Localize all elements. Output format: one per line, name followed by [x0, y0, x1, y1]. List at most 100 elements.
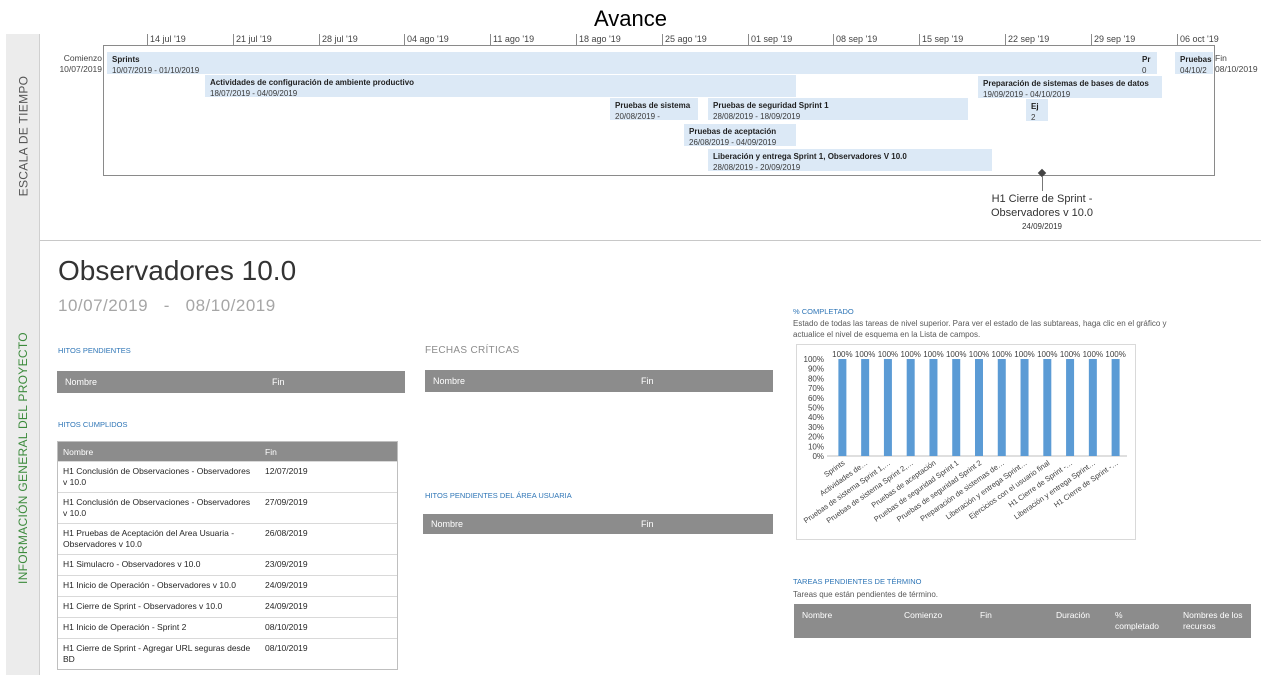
section-divider: [40, 240, 1261, 241]
bar-data-label: 100%: [992, 350, 1012, 359]
timeline-tick: [748, 34, 749, 45]
table-row[interactable]: H1 Inicio de Operación - Sprint 2 08/10/2…: [58, 617, 397, 638]
bar-data-label: 100%: [1083, 350, 1103, 359]
timeline-end: Fin 08/10/2019: [1215, 53, 1258, 74]
bar-data-label: 100%: [878, 350, 898, 359]
timeline-bar[interactable]: Pruebas de seguridad Sprint 1 28/08/2019 …: [708, 98, 968, 120]
table-row[interactable]: H1 Conclusión de Observaciones - Observa…: [58, 492, 397, 523]
timeline-tick-label: 28 jul '19: [322, 34, 358, 44]
timeline[interactable]: 14 jul '19 21 jul '19 28 jul '19 04 ago '19…: [0, 0, 1261, 238]
timeline-tick: [147, 34, 148, 45]
table-row[interactable]: H1 Simulacro - Observadores v 10.0 23/09/…: [58, 554, 397, 575]
table-header: Nombre Fin: [58, 442, 397, 461]
table-row[interactable]: H1 Inicio de Operación - Observadores v …: [58, 575, 397, 596]
chart-bar: [952, 359, 961, 456]
timeline-tick-label: 18 ago '19: [579, 34, 621, 44]
timeline-tick: [319, 34, 320, 45]
project-dates: 10/07/2019 - 08/10/2019: [58, 296, 276, 315]
chart-bar: [929, 359, 938, 456]
timeline-tick-label: 22 sep '19: [1008, 34, 1050, 44]
timeline-bar[interactable]: Preparación de sistemas de bases de dato…: [978, 76, 1162, 98]
timeline-tick: [404, 34, 405, 45]
timeline-tick-label: 04 ago '19: [407, 34, 449, 44]
bar-data-label: 100%: [1060, 350, 1080, 359]
y-tick-label: 30%: [808, 423, 824, 432]
timeline-tick-label: 25 ago '19: [665, 34, 707, 44]
timeline-tick: [233, 34, 234, 45]
critical-dates-title: FECHAS CRÍTICAS: [425, 345, 520, 356]
percent-complete-title: % COMPLETADO: [793, 307, 854, 316]
y-tick-label: 50%: [808, 404, 824, 413]
percent-complete-description: Estado de todas las tareas de nivel supe…: [793, 319, 1167, 339]
timeline-bar[interactable]: Pr 0: [1137, 52, 1157, 74]
y-tick-label: 90%: [808, 365, 824, 374]
chart-bar: [906, 359, 915, 456]
timeline-tick-label: 14 jul '19: [150, 34, 186, 44]
milestone-label: H1 Cierre de Sprint - Observadores v 10.…: [990, 193, 1094, 219]
timeline-bar[interactable]: Actividades de configuración de ambiente…: [205, 75, 796, 97]
chart-bar: [883, 359, 892, 456]
timeline-tick: [919, 34, 920, 45]
y-tick-label: 40%: [808, 413, 824, 422]
bar-data-label: 100%: [923, 350, 943, 359]
chart-bar: [1020, 359, 1029, 456]
y-tick-label: 80%: [808, 374, 824, 383]
bar-data-label: 100%: [1037, 350, 1057, 359]
critical-dates-table-header: Nombre Fin: [425, 370, 773, 392]
timeline-tick-label: 11 ago '19: [493, 34, 535, 44]
timeline-start: Comienzo 10/07/2019: [59, 53, 102, 74]
achieved-milestones-title: HITOS CUMPLIDOS: [58, 420, 128, 429]
user-area-pending-title: HITOS PENDIENTES DEL ÁREA USUARIA: [425, 491, 572, 500]
chart-bar: [1066, 359, 1075, 456]
chart-bar: [1111, 359, 1120, 456]
pending-tasks-table-header: Nombre Comienzo Fin Duración % completad…: [794, 604, 1251, 638]
table-row[interactable]: H1 Cierre de Sprint - Agregar URL segura…: [58, 638, 397, 669]
table-row[interactable]: H1 Pruebas de Aceptación del Area Usuari…: [58, 523, 397, 554]
bar-data-label: 100%: [832, 350, 852, 359]
pending-milestones-table-header: Nombre Fin: [57, 371, 405, 393]
timeline-tick-label: 29 sep '19: [1094, 34, 1136, 44]
y-tick-label: 0%: [812, 452, 824, 461]
pending-tasks-description: Tareas que están pendientes de término.: [793, 590, 938, 599]
y-tick-label: 70%: [808, 384, 824, 393]
y-tick-label: 10%: [808, 442, 824, 451]
timeline-tick: [576, 34, 577, 45]
y-tick-label: 60%: [808, 394, 824, 403]
bar-data-label: 100%: [1014, 350, 1034, 359]
bar-data-label: 100%: [900, 350, 920, 359]
timeline-tick: [1091, 34, 1092, 45]
pending-tasks-title: TAREAS PENDIENTES DE TÉRMINO: [793, 577, 922, 586]
timeline-tick: [833, 34, 834, 45]
chart-bar: [838, 359, 847, 456]
milestone-connector: [1042, 177, 1043, 191]
table-row[interactable]: H1 Conclusión de Observaciones - Observa…: [58, 461, 397, 492]
timeline-tick: [1177, 34, 1178, 45]
chart-bar: [861, 359, 870, 456]
percent-complete-chart[interactable]: 0% 10% 20% 30% 40% 50% 60% 70% 80% 90% 100% 100% Spr…: [796, 344, 1136, 540]
chart-bar: [997, 359, 1006, 456]
achieved-milestones-table: Nombre Fin H1 Conclusión de Observacione…: [57, 441, 398, 670]
timeline-tick-label: 21 jul '19: [236, 34, 272, 44]
timeline-tick: [662, 34, 663, 45]
chart-canvas: 0%10%20%30%40%50%60%70%80%90%100%100%Spr…: [802, 350, 1127, 525]
y-tick-label: 100%: [804, 355, 824, 364]
pending-milestones-title: HITOS PENDIENTES: [58, 346, 131, 355]
timeline-bar[interactable]: Liberación y entrega Sprint 1, Observado…: [708, 149, 992, 171]
timeline-bar[interactable]: Pruebas de aceptación 26/08/2019 - 04/09/…: [684, 124, 796, 146]
timeline-bar[interactable]: Pruebas de sistema 20/08/2019 -: [610, 98, 698, 120]
timeline-tick-label: 06 oct '19: [1180, 34, 1219, 44]
timeline-tick-label: 08 sep '19: [836, 34, 878, 44]
timeline-tick-label: 01 sep '19: [751, 34, 793, 44]
timeline-bar[interactable]: Ej 2: [1026, 99, 1048, 121]
user-area-pending-table-header: Nombre Fin: [423, 514, 773, 534]
chart-bar: [1043, 359, 1052, 456]
timeline-bar[interactable]: Sprints 10/07/2019 - 01/10/2019: [107, 52, 1140, 74]
chart-bar: [1088, 359, 1097, 456]
bar-data-label: 100%: [1105, 350, 1125, 359]
table-row[interactable]: H1 Cierre de Sprint - Observadores v 10.…: [58, 596, 397, 617]
timeline-tick-label: 15 sep '19: [922, 34, 964, 44]
timeline-bar[interactable]: Pruebas 04/10/2: [1175, 52, 1213, 74]
timeline-tick: [1005, 34, 1006, 45]
project-name: Observadores 10.0: [58, 255, 297, 286]
milestone-date: 24/09/2019: [1021, 222, 1063, 231]
